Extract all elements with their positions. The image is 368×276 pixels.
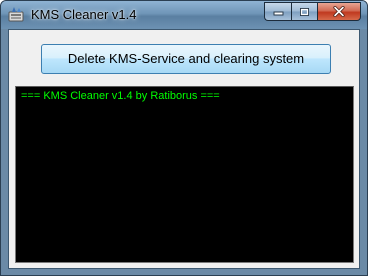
console-line: === KMS Cleaner v1.4 by Ratiborus === <box>21 90 220 102</box>
window-controls <box>264 2 361 21</box>
minimize-button[interactable] <box>264 2 291 21</box>
maximize-icon <box>300 7 309 16</box>
window-title: KMS Cleaner v1.4 <box>31 7 137 22</box>
minimize-icon <box>273 11 283 16</box>
maximize-button[interactable] <box>291 2 317 21</box>
app-window: KMS Cleaner v1.4 Delete KMS-Service and … <box>0 0 368 276</box>
cleaner-app-icon <box>8 6 25 23</box>
console-output: === KMS Cleaner v1.4 by Ratiborus === <box>15 86 354 263</box>
client-area: Delete KMS-Service and clearing system =… <box>8 29 360 269</box>
title-bar[interactable]: KMS Cleaner v1.4 <box>1 1 367 29</box>
close-icon <box>333 6 345 17</box>
delete-kms-service-button[interactable]: Delete KMS-Service and clearing system <box>41 44 331 74</box>
close-button[interactable] <box>317 2 361 21</box>
